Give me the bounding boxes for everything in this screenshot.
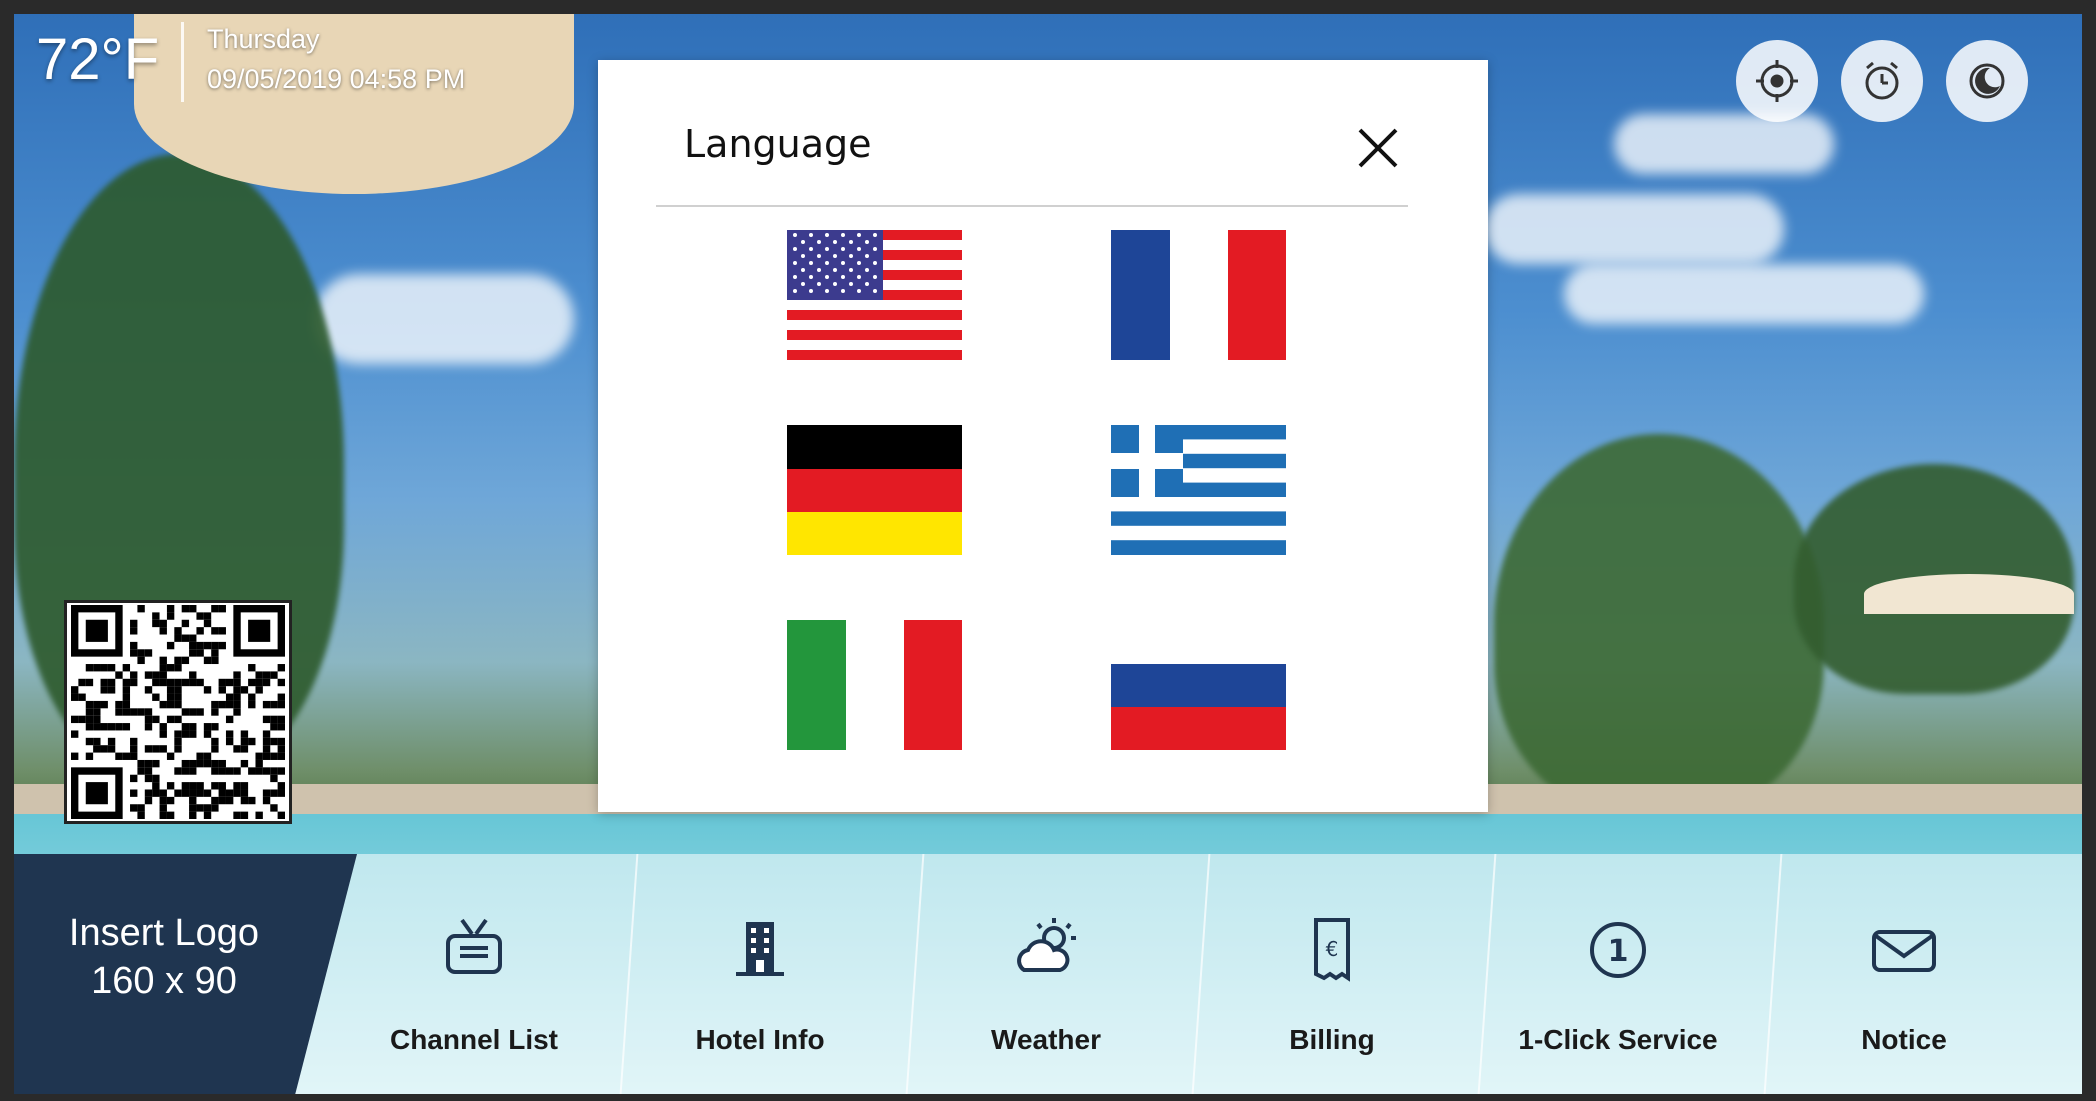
- language-french[interactable]: [1111, 230, 1286, 360]
- language-dialog: Language: [598, 60, 1488, 812]
- cloud: [1614, 114, 1834, 174]
- dialog-title: Language: [684, 122, 872, 166]
- svg-text:€: €: [1326, 937, 1339, 961]
- umbrella: [134, 14, 574, 194]
- france-flag-icon: [1111, 230, 1286, 360]
- target-button[interactable]: [1736, 40, 1818, 122]
- alarm-clock-icon: [1865, 61, 1899, 100]
- tv-icon: [446, 918, 502, 974]
- logo-line-2: 160 x 90: [91, 960, 237, 1002]
- language-german[interactable]: [787, 425, 962, 555]
- italy-flag-icon: [787, 620, 962, 750]
- close-icon[interactable]: [1350, 120, 1406, 176]
- menu-weather[interactable]: Weather: [916, 914, 1176, 1064]
- one-click-icon: 1: [1590, 922, 1646, 978]
- cloud: [1564, 264, 1924, 324]
- qr-code: [64, 600, 292, 824]
- cloud: [314, 274, 574, 364]
- menu-label: Notice: [1861, 1024, 1947, 1055]
- dialog-divider: [656, 205, 1408, 207]
- menu-label: Weather: [991, 1024, 1101, 1055]
- menu-billing[interactable]: € Billing: [1202, 914, 1462, 1064]
- sleep-button[interactable]: [1946, 40, 2028, 122]
- menu-label: Hotel Info: [695, 1024, 825, 1055]
- language-english[interactable]: [787, 230, 962, 360]
- logo-line-1: Insert Logo: [68, 912, 260, 954]
- menu-notice[interactable]: Notice: [1774, 914, 2034, 1064]
- svg-text:1: 1: [1608, 934, 1629, 969]
- envelope-icon: [1872, 930, 1936, 972]
- menu-label: 1-Click Service: [1518, 1024, 1718, 1055]
- alarm-button[interactable]: [1841, 40, 1923, 122]
- menu-hotel-info[interactable]: Hotel Info: [630, 914, 890, 1064]
- euro-bill-icon: €: [1314, 918, 1350, 982]
- day-label: Thursday: [207, 24, 320, 54]
- language-russian[interactable]: [1111, 620, 1286, 750]
- qr-code-icon: [71, 605, 285, 819]
- language-greek[interactable]: [1111, 425, 1286, 555]
- status-divider: [181, 22, 184, 102]
- palm-tree: [1494, 434, 1824, 814]
- language-italian[interactable]: [787, 620, 962, 750]
- sleep-moon-icon: [1969, 63, 2005, 99]
- menu-label: Billing: [1289, 1024, 1375, 1055]
- building-icon: [736, 922, 784, 976]
- screen: 72°F Thursday 09/05/2019 04:58 PM Insert…: [14, 14, 2082, 1094]
- russia-flag-icon: [1111, 620, 1286, 750]
- logo-text: Insert Logo 160 x 90: [14, 909, 314, 1005]
- menu-label: Channel List: [389, 1024, 558, 1055]
- menu-one-click-service[interactable]: 1 1-Click Service: [1488, 914, 1748, 1064]
- temperature: 72°F: [36, 27, 160, 92]
- umbrella: [1864, 574, 2074, 614]
- us-flag-icon: [787, 230, 962, 360]
- cloud: [1484, 194, 1784, 264]
- germany-flag-icon: [787, 425, 962, 555]
- menu-channel-list[interactable]: Channel List: [344, 914, 604, 1064]
- date-time: 09/05/2019 04:58 PM: [207, 64, 466, 94]
- greece-flag-icon: [1111, 425, 1286, 555]
- target-icon: [1756, 60, 1798, 102]
- weather-icon: [1017, 918, 1076, 972]
